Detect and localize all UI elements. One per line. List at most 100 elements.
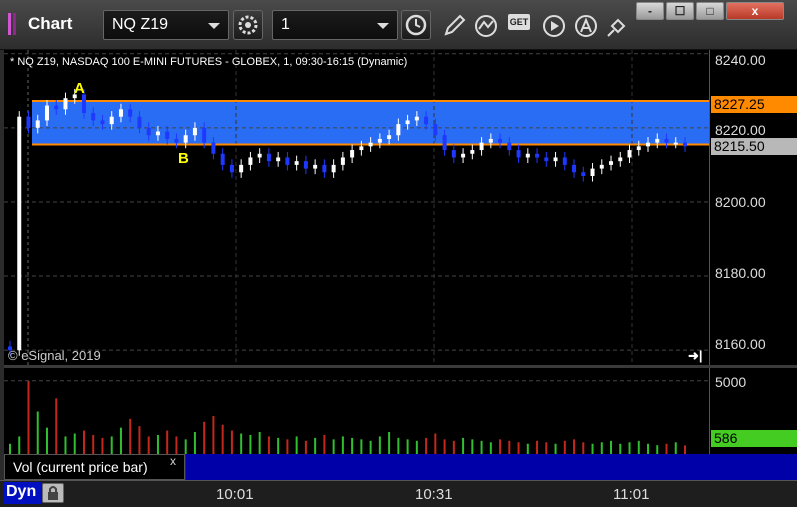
alert-icon[interactable]	[572, 12, 600, 40]
volume-bar	[591, 443, 594, 454]
time-tick: 11:01	[613, 486, 650, 503]
restore-button[interactable]: ☐	[666, 2, 694, 20]
close-button[interactable]: x	[726, 2, 784, 20]
candle	[461, 153, 466, 158]
volume-bar	[573, 439, 576, 454]
candle	[498, 138, 503, 143]
candle	[63, 98, 68, 110]
price-plot[interactable]	[4, 50, 709, 365]
volume-bar	[64, 436, 67, 454]
goto-end-button[interactable]: ➜|	[688, 348, 703, 364]
volume-bar	[184, 439, 187, 454]
maximize-button[interactable]: □	[696, 2, 724, 20]
volume-bar	[674, 442, 677, 454]
volume-bar	[129, 418, 132, 454]
symbol-settings-button[interactable]	[233, 10, 263, 40]
candle	[396, 124, 401, 136]
candle	[146, 127, 151, 136]
candle	[627, 150, 632, 158]
volume-bar	[92, 434, 95, 454]
interval-settings-button[interactable]	[401, 10, 431, 40]
candle	[155, 131, 160, 136]
candle	[81, 94, 86, 113]
candle	[683, 142, 687, 147]
candle	[17, 116, 22, 351]
time-tick: 10:01	[216, 486, 254, 503]
volume-bar	[332, 439, 335, 454]
volume-bar	[545, 442, 548, 454]
link-icon[interactable]	[604, 12, 632, 40]
candle	[673, 142, 678, 145]
candle	[544, 157, 549, 162]
pencil-draw-icon[interactable]	[440, 12, 468, 40]
volume-axis[interactable]: 5000 586	[709, 368, 797, 454]
candle	[165, 131, 170, 139]
price-tick: 8200.00	[715, 194, 766, 210]
candle	[248, 157, 253, 165]
get-data-button[interactable]: GET	[508, 14, 530, 30]
time-axis[interactable]	[0, 480, 797, 507]
volume-bar	[471, 439, 474, 454]
candle	[340, 157, 345, 165]
candle	[35, 120, 40, 128]
volume-scroll-strip	[186, 454, 709, 480]
chevron-down-icon	[377, 23, 389, 29]
candle	[229, 164, 234, 173]
candle	[572, 164, 577, 173]
candle	[507, 142, 512, 151]
volume-legend[interactable]: Vol (current price bar)	[4, 454, 185, 480]
volume-bar	[166, 430, 169, 454]
candle	[424, 116, 429, 125]
volume-bar	[193, 432, 196, 454]
candle	[636, 146, 641, 151]
symbol-value: NQ Z19	[112, 16, 169, 33]
lock-icon[interactable]	[42, 483, 64, 503]
volume-bar	[526, 443, 529, 454]
candle	[303, 161, 308, 169]
volume-bar	[82, 430, 85, 454]
volume-legend-label: Vol (current price bar)	[13, 459, 148, 475]
volume-bar	[341, 436, 344, 454]
volume-bar	[489, 442, 492, 454]
volume-bar	[517, 442, 520, 454]
volume-bar	[9, 443, 11, 454]
minimize-button[interactable]: -	[636, 2, 664, 20]
candle	[609, 161, 614, 165]
candle	[535, 153, 540, 158]
volume-current-tag: 586	[711, 430, 797, 447]
play-icon[interactable]	[540, 12, 568, 40]
volume-bar	[175, 436, 178, 454]
candle	[590, 168, 595, 176]
candle	[451, 150, 456, 158]
gear-icon	[238, 15, 258, 35]
candle	[599, 164, 604, 169]
candle	[433, 124, 438, 136]
volume-bar	[27, 380, 30, 454]
volume-bar	[600, 442, 603, 454]
upper-level-tag: 8227.25	[711, 96, 797, 113]
price-tick: 8160.00	[715, 336, 766, 352]
study-icon[interactable]	[472, 12, 500, 40]
volume-bar	[221, 424, 224, 454]
volume-bar	[499, 439, 502, 454]
interval-dropdown[interactable]: 1	[272, 10, 398, 40]
candle	[470, 150, 475, 154]
volume-bar	[258, 432, 261, 454]
candle	[581, 172, 586, 176]
candle	[664, 138, 669, 143]
volume-bar	[369, 440, 372, 454]
volume-bar	[388, 432, 391, 454]
symbol-dropdown[interactable]: NQ Z19	[103, 10, 229, 40]
close-icon[interactable]: x	[170, 454, 176, 468]
interval-value: 1	[281, 16, 290, 33]
volume-bar	[286, 439, 289, 454]
volume-bar	[119, 427, 122, 454]
volume-bar	[665, 443, 668, 454]
candle	[646, 142, 651, 147]
volume-bar	[73, 433, 76, 454]
volume-bar	[684, 445, 686, 454]
volume-plot[interactable]	[4, 368, 709, 454]
candle	[350, 150, 355, 158]
dynamic-mode-button[interactable]: Dyn	[3, 482, 41, 504]
price-axis[interactable]: 8240.00 8220.00 8200.00 8180.00 8160.00 …	[709, 50, 797, 365]
